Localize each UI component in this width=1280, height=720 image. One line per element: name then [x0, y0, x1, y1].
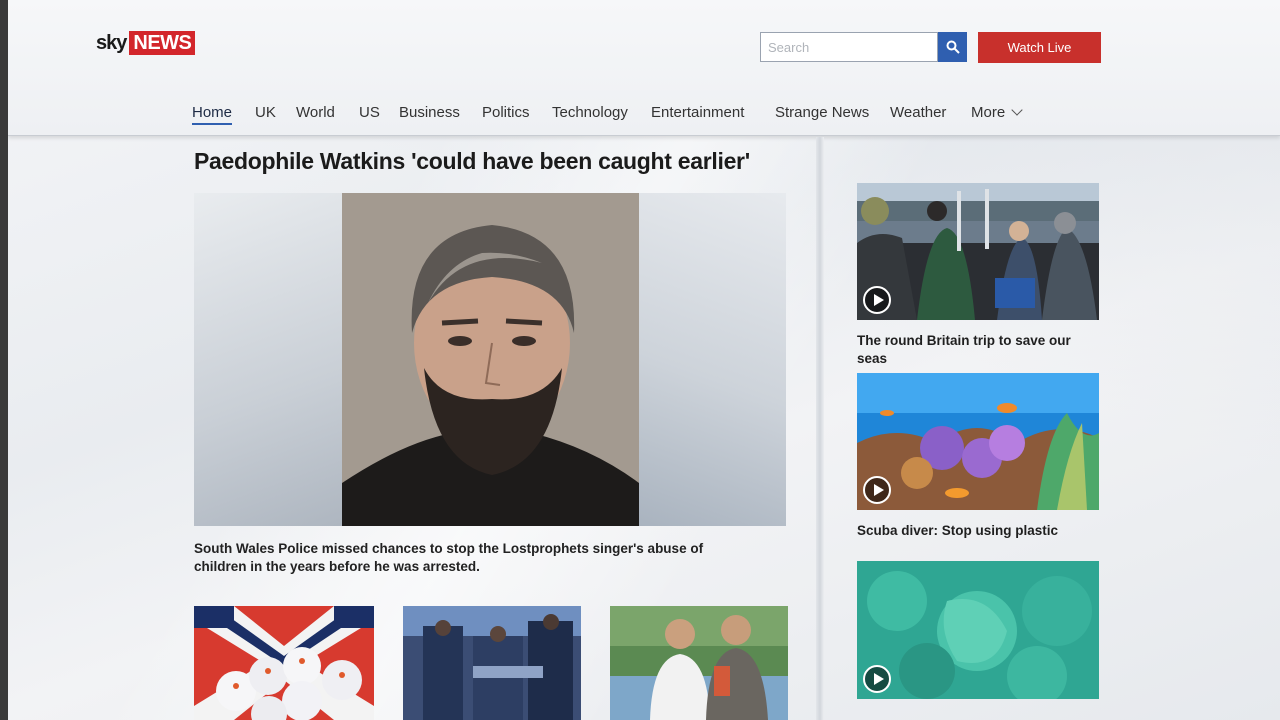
sidebar-story-image-1[interactable]	[857, 183, 1099, 320]
search-icon	[946, 40, 960, 54]
video-play-icon	[863, 476, 891, 504]
nav-more-label: More	[971, 104, 1006, 121]
two-men-photo	[610, 606, 788, 720]
column-divider	[816, 137, 824, 720]
mugshot-illustration	[342, 193, 639, 526]
hero-background-right	[639, 193, 786, 526]
nav-world[interactable]: World	[296, 104, 335, 121]
nav-uk[interactable]: UK	[255, 104, 276, 121]
search-button[interactable]	[938, 32, 967, 62]
nav-home[interactable]: Home	[192, 104, 233, 125]
sidebar-story-caption-1[interactable]: The round Britain trip to save our seas	[857, 332, 1097, 368]
nav-us[interactable]: US	[359, 104, 380, 121]
sidebar-story-caption-2[interactable]: Scuba diver: Stop using plastic	[857, 522, 1097, 540]
sidebar-story-image-3[interactable]	[857, 561, 1099, 699]
lead-caption[interactable]: South Wales Police missed chances to sto…	[194, 540, 754, 576]
watch-live-button[interactable]: Watch Live	[978, 32, 1101, 63]
nav-entertainment[interactable]: Entertainment	[651, 104, 744, 121]
underwater-coral-photo	[857, 561, 1099, 699]
chevron-down-icon	[1011, 104, 1023, 116]
search-input[interactable]: Search	[760, 32, 938, 62]
site-header: sky NEWS Search Watch Live Home UK World…	[8, 0, 1280, 136]
hero-background-left	[194, 193, 342, 526]
logo-sky-text: sky	[96, 31, 127, 54]
nav-technology[interactable]: Technology	[552, 104, 628, 121]
sidebar-story-image-2[interactable]	[857, 373, 1099, 510]
crowd-protest-photo	[403, 606, 581, 720]
video-play-icon	[863, 286, 891, 314]
nav-strange-news[interactable]: Strange News	[775, 104, 869, 121]
mugshot-photo	[342, 193, 639, 526]
lead-image[interactable]	[194, 193, 786, 526]
logo-news-text: NEWS	[129, 31, 196, 55]
nav-weather[interactable]: Weather	[890, 104, 946, 121]
story-thumbnail-2[interactable]	[403, 606, 581, 720]
lead-headline[interactable]: Paedophile Watkins 'could have been caug…	[194, 148, 804, 175]
nav-politics[interactable]: Politics	[482, 104, 530, 121]
union-jack-badges-photo	[194, 606, 374, 720]
coral-reef-photo	[857, 373, 1099, 510]
browser-viewport: sky NEWS Search Watch Live Home UK World…	[8, 0, 1280, 720]
sky-news-logo[interactable]: sky NEWS	[96, 30, 196, 56]
story-thumbnail-1[interactable]	[194, 606, 374, 720]
story-thumbnail-3[interactable]	[610, 606, 788, 720]
video-play-icon	[863, 665, 891, 693]
nav-more[interactable]: More	[971, 104, 1023, 121]
nav-business[interactable]: Business	[399, 104, 460, 121]
boat-crew-photo	[857, 183, 1099, 320]
